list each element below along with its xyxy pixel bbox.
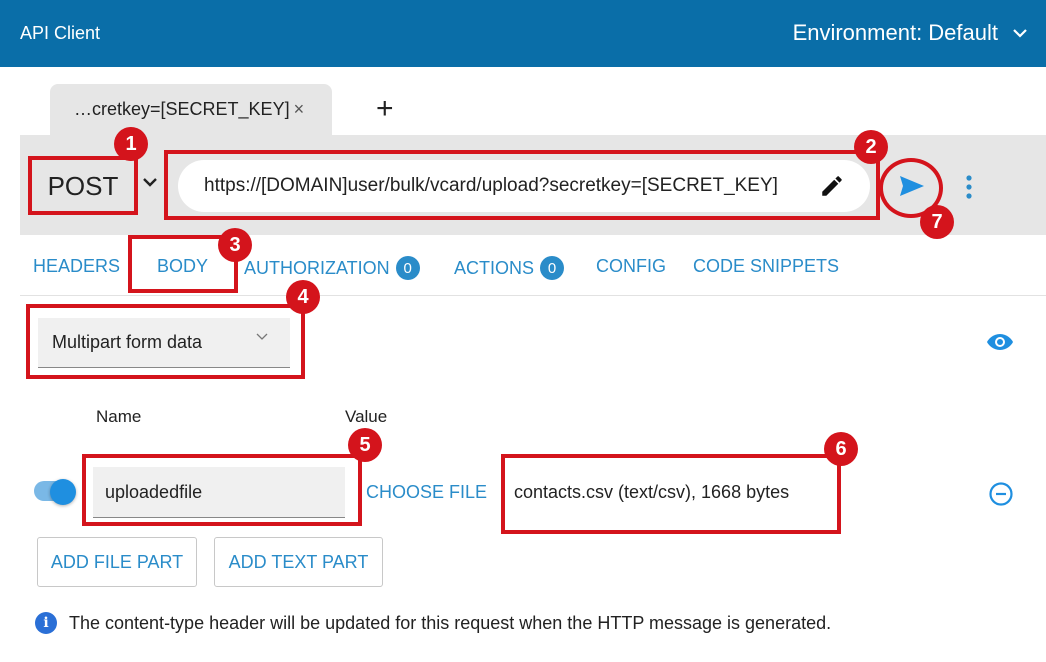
annotation-number: 3 — [218, 228, 252, 262]
more-options-icon[interactable] — [962, 174, 976, 200]
annotation-number: 4 — [286, 280, 320, 314]
choose-file-button[interactable]: CHOOSE FILE — [366, 482, 487, 503]
annotation-number: 7 — [920, 205, 954, 239]
info-message-text: The content-type header will be updated … — [69, 612, 832, 633]
annotation-box-file-info — [501, 454, 841, 534]
annotation-box-body-type — [26, 304, 305, 379]
tab-authorization-label: AUTHORIZATION — [244, 257, 390, 278]
request-tabs: …cretkey=[SECRET_KEY] × + — [0, 67, 1046, 135]
tab-config[interactable]: CONFIG — [596, 256, 666, 277]
actions-count-badge: 0 — [540, 256, 565, 280]
authorization-count-badge: 0 — [395, 256, 420, 280]
column-name-header: Name — [96, 407, 142, 426]
add-file-part-button[interactable]: ADD FILE PART — [37, 537, 197, 587]
toggle-knob[interactable] — [50, 479, 76, 505]
tab-headers[interactable]: HEADERS — [33, 256, 120, 277]
add-text-part-button[interactable]: ADD TEXT PART — [214, 537, 383, 587]
tab-actions[interactable]: ACTIONS 0 — [454, 256, 565, 280]
add-tab-button[interactable]: + — [376, 94, 394, 124]
chevron-down-icon[interactable] — [141, 176, 159, 188]
annotation-box-method — [28, 156, 138, 215]
request-tab-label: …cretkey=[SECRET_KEY] — [74, 99, 290, 119]
tab-actions-label: ACTIONS — [454, 257, 535, 278]
annotation-number: 5 — [348, 428, 382, 462]
eye-icon[interactable] — [986, 332, 1014, 352]
app-title: API Client — [20, 23, 101, 43]
annotation-number: 6 — [824, 432, 858, 466]
tab-code-snippets[interactable]: CODE SNIPPETS — [693, 256, 839, 277]
info-icon: i — [35, 612, 57, 634]
request-tab[interactable]: …cretkey=[SECRET_KEY] × — [50, 84, 332, 135]
remove-part-icon[interactable] — [988, 481, 1014, 507]
annotation-box-part-name — [82, 454, 362, 526]
info-message: i The content-type header will be update… — [35, 612, 831, 634]
annotation-number: 2 — [854, 130, 888, 164]
annotation-number: 1 — [114, 127, 148, 161]
tab-authorization[interactable]: AUTHORIZATION 0 — [244, 256, 420, 280]
annotation-box-url — [164, 150, 880, 220]
app-header: API Client Environment: Default — [0, 0, 1046, 67]
column-value-header: Value — [345, 407, 388, 426]
close-icon[interactable]: × — [294, 99, 305, 120]
environment-label: Environment: Default — [792, 20, 998, 45]
environment-selector[interactable]: Environment: Default — [793, 20, 1028, 46]
chevron-down-icon — [1013, 29, 1027, 38]
